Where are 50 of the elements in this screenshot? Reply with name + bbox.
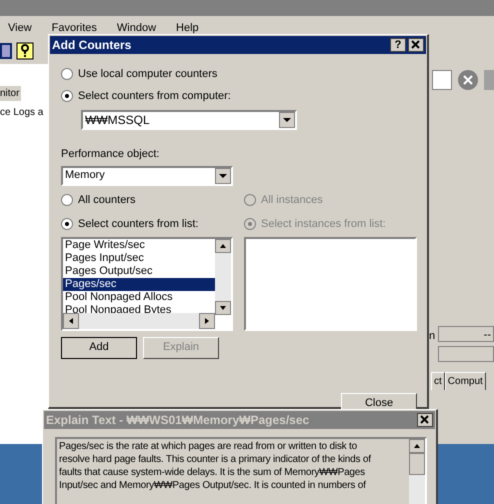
list-item[interactable]: Pages Output/sec (63, 264, 215, 278)
toolbar-icon[interactable] (0, 43, 12, 59)
dialog-title: Explain Text - ₩₩WS01₩Memory₩Pages/sec (46, 412, 310, 429)
list-item[interactable]: Page Writes/sec (63, 238, 215, 252)
value-field (438, 346, 494, 362)
scroll-up-icon[interactable] (409, 439, 425, 453)
menu-item[interactable]: View (8, 20, 32, 36)
list-item[interactable]: Pages Input/sec (63, 252, 215, 264)
scroll-up-icon[interactable] (215, 238, 231, 252)
list-item[interactable]: Pages/sec (63, 278, 215, 290)
radio-label: Select instances from list: (261, 217, 386, 232)
radio-button[interactable] (61, 90, 73, 102)
scroll-right-icon[interactable] (199, 312, 215, 328)
properties-icon[interactable] (432, 70, 452, 90)
help-button[interactable]: ? (390, 38, 406, 52)
radio-label: Select counters from computer: (78, 88, 231, 104)
radio-label: Select counters from list: (78, 217, 198, 232)
scroll-thumb[interactable] (409, 453, 425, 475)
horizontal-scrollbar[interactable] (63, 312, 215, 328)
list-item[interactable]: Pool Nonpaged Bytes (63, 304, 215, 314)
menu-item[interactable]: Help (176, 20, 199, 36)
dialog-button[interactable]: Add (61, 336, 137, 358)
field-label: Performance object: (61, 147, 160, 162)
close-button[interactable] (408, 38, 424, 52)
explain-text: Pages/sec is the rate at which pages are read from or written to disk to resolve hard page faults. This counter is a primary indicator of the kinds of faults that cause system-wide delays. It is the sum of Memory₩₩Pages Input/sec and Memory₩₩Pages Output/sec. It is counted in numbers of (58, 440, 372, 493)
dialog-title: Add Counters (52, 37, 132, 54)
field-label: n (429, 329, 436, 344)
tree-item[interactable]: nitor (0, 86, 22, 101)
tab[interactable]: Comput (444, 372, 486, 390)
value-field: -- (438, 326, 494, 342)
help-icon[interactable] (16, 42, 34, 60)
scroll-left-icon[interactable] (63, 312, 79, 328)
tree-item[interactable]: ce Logs a (0, 105, 44, 120)
menu-item[interactable]: Window (116, 20, 156, 36)
tab[interactable]: ct (431, 372, 445, 390)
menu-item[interactable]: Favorites (52, 20, 97, 36)
scroll-down-icon[interactable] (215, 300, 231, 314)
radio-label: All instances (261, 192, 323, 208)
computer-combo[interactable]: ₩₩MSSQL (81, 110, 297, 130)
radio-label: Use local computer counters (78, 67, 218, 82)
radio-button[interactable] (61, 218, 73, 230)
radio-button[interactable] (61, 68, 73, 80)
radio-button[interactable] (61, 194, 73, 206)
delete-icon[interactable] (458, 70, 478, 90)
vertical-scrollbar[interactable] (215, 238, 231, 314)
vertical-scrollbar[interactable] (409, 439, 425, 504)
object-combo[interactable]: Memory (61, 166, 233, 186)
list-item[interactable]: Pool Nonpaged Allocs (63, 290, 215, 304)
close-button[interactable] (417, 413, 433, 427)
radio-label: All counters (78, 192, 136, 208)
